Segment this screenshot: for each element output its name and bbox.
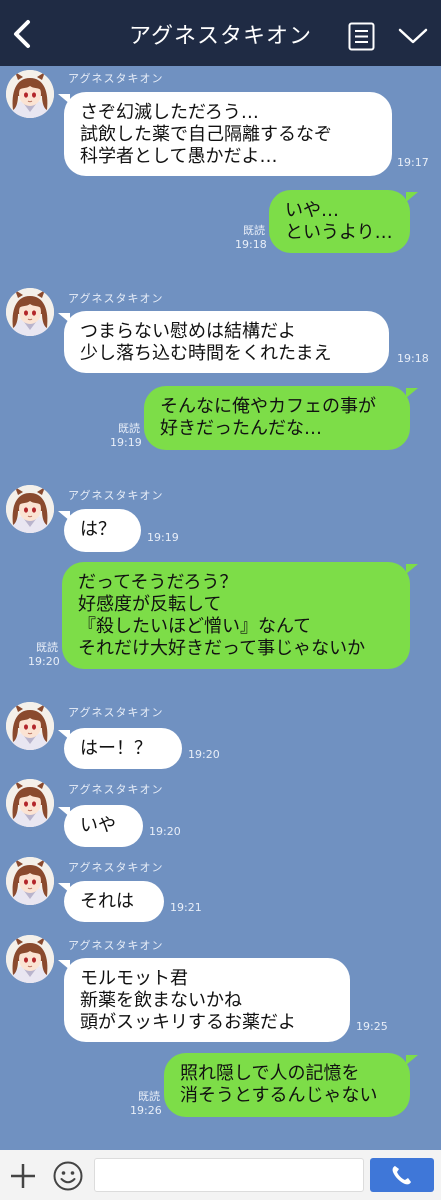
read-receipt: 既読 [36,641,58,654]
message-time: 19:19 [147,531,179,544]
chat-header: アグネスタキオン [0,0,441,66]
message-bubble[interactable]: 照れ隠しで人の記憶を 消そうとするんじゃない [164,1053,410,1117]
message-time: 19:21 [170,901,202,914]
message-line: つまらない慰めは結構だよ [80,321,296,342]
message-line: はー！？ [80,738,152,759]
message-line: 頭がスッキリするお薬だよ [80,1012,296,1033]
bubble-tail [406,1055,418,1065]
message-line: 『殺したいほど憎い』なんて [78,616,312,637]
read-receipt: 既読 [118,422,140,435]
bubble-tail [406,192,418,202]
avatar[interactable] [6,70,54,118]
message-bubble[interactable]: そんなに俺やカフェの事が 好きだったんだな… [144,386,410,450]
message-time: 19:25 [356,1020,388,1033]
message-line: それは [80,891,134,912]
message-line: だってそうだろう？ [78,572,238,593]
sender-name: アグネスタキオン [68,861,164,874]
emoji-icon[interactable] [52,1160,84,1192]
chevron-down-icon[interactable] [397,26,429,46]
message-bubble[interactable]: いや… というより… [269,190,410,253]
message-bubble[interactable]: いや [64,805,143,847]
message-time: 19:18 [397,352,429,365]
sender-name: アグネスタキオン [68,783,164,796]
message-time: 19:20 [188,748,220,761]
message-line: 消そうとするんじゃない [180,1085,378,1106]
message-line: というより… [285,222,393,243]
message-line: 照れ隠しで人の記憶を [180,1063,360,1084]
message-bubble[interactable]: それは [64,881,164,922]
read-receipt: 既読 [243,224,265,237]
avatar[interactable] [6,702,54,750]
message-time: 19:26 [130,1104,162,1117]
message-line: 試飲した薬で自己隔離するなぞ [80,124,332,145]
call-button[interactable] [370,1158,434,1192]
message-line: 好きだったんだな… [160,418,322,439]
message-line: 科学者として愚かだよ… [80,146,278,167]
plus-icon[interactable] [8,1161,38,1191]
message-bubble[interactable]: だってそうだろう？ 好感度が反転して 『殺したいほど憎い』なんて それだけ大好き… [62,562,410,669]
message-input-bar [0,1150,441,1200]
message-bubble[interactable]: はー！？ [64,728,182,769]
phone-icon [392,1166,411,1185]
message-time: 19:19 [110,436,142,449]
avatar[interactable] [6,857,54,905]
message-line: それだけ大好きだって事じゃないか [78,638,366,659]
avatar[interactable] [6,779,54,827]
message-time: 19:20 [149,825,181,838]
avatar[interactable] [6,935,54,983]
sender-name: アグネスタキオン [68,292,164,305]
message-line: いや… [285,200,339,221]
sender-name: アグネスタキオン [68,706,164,719]
message-bubble[interactable]: モルモット君 新薬を飲まないかね 頭がスッキリするお薬だよ [64,958,350,1042]
message-bubble[interactable]: つまらない慰めは結構だよ 少し落ち込む時間をくれたまえ [64,311,389,373]
message-line: さぞ幻滅しただろう… [80,102,259,123]
message-line: 少し落ち込む時間をくれたまえ [80,343,332,364]
message-input[interactable] [94,1158,364,1192]
avatar[interactable] [6,288,54,336]
notes-icon[interactable] [348,22,375,51]
message-bubble[interactable]: は？ [64,509,141,552]
message-line: モルモット君 [80,968,188,989]
message-time: 19:20 [28,655,60,668]
message-time: 19:17 [397,156,429,169]
message-line: 新薬を飲まないかね [80,990,242,1011]
message-time: 19:18 [235,238,267,251]
message-line: 好感度が反転して [78,594,222,615]
message-line: いや [80,815,116,836]
bubble-tail [406,564,418,574]
sender-name: アグネスタキオン [68,939,164,952]
message-bubble[interactable]: さぞ幻滅しただろう… 試飲した薬で自己隔離するなぞ 科学者として愚かだよ… [64,92,392,176]
bubble-tail [406,388,418,398]
avatar[interactable] [6,485,54,533]
read-receipt: 既読 [138,1090,160,1103]
sender-name: アグネスタキオン [68,489,164,502]
message-line: そんなに俺やカフェの事が [160,396,376,417]
message-line: は？ [80,519,116,540]
sender-name: アグネスタキオン [68,72,164,85]
